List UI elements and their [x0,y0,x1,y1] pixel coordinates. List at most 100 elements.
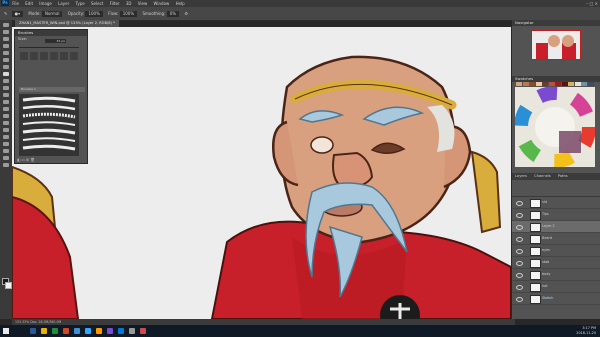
menu-view[interactable]: View [138,1,148,6]
smoothing-input[interactable]: 0% [166,11,180,17]
color-swatch[interactable] [535,82,542,86]
menu-help[interactable]: Help [176,1,185,6]
lasso-tool-icon[interactable] [3,37,9,41]
mode-select[interactable]: Normal [41,11,63,17]
layer-controls[interactable] [512,180,600,197]
history-brush-tool-icon[interactable] [3,86,9,90]
color-wheel[interactable] [515,87,595,167]
marquee-tool-icon[interactable] [3,30,9,34]
color-swatch[interactable] [587,82,594,86]
eye-icon[interactable] [516,285,523,290]
move-tool-icon[interactable] [3,23,9,27]
healing-tool-icon[interactable] [3,65,9,69]
eye-icon[interactable] [516,201,523,206]
menu-filter[interactable]: Filter [110,1,120,6]
eye-icon[interactable] [516,225,523,230]
path-selection-tool-icon[interactable] [3,135,9,139]
navigator-title[interactable]: Navigator [512,20,600,26]
taskbar-app-icon[interactable] [30,328,36,334]
brush-tip[interactable] [60,52,68,60]
pen-tool-icon[interactable] [3,121,9,125]
menu-select[interactable]: Select [91,1,103,6]
windows-start-icon[interactable] [3,328,9,334]
menu-file[interactable]: File [12,1,19,6]
color-swatch[interactable] [529,82,535,86]
magic-wand-tool-icon[interactable] [3,44,9,48]
opacity-input[interactable]: 100% [85,11,103,17]
color-swatch[interactable] [548,82,555,86]
brush-tool-icon[interactable] [3,72,9,76]
layer-row[interactable]: Sketch [512,293,600,305]
layer-row[interactable]: sid [512,197,600,209]
flow-input[interactable]: 100% [119,11,138,17]
taskbar-app-icon[interactable] [41,328,47,334]
layer-row[interactable]: body [512,269,600,281]
gradient-tool-icon[interactable] [3,100,9,104]
size-input[interactable]: 45 px [45,39,66,43]
menu-window[interactable]: Window [154,1,170,6]
taskbar-app-icon[interactable] [107,328,113,334]
clone-stamp-tool-icon[interactable] [3,79,9,83]
brush-tip[interactable] [40,52,48,60]
color-swatch[interactable] [522,82,529,86]
edit-toolbar-icon[interactable] [3,163,9,167]
taskbar-app-icon[interactable] [129,328,135,334]
hand-tool-icon[interactable] [3,149,9,153]
window-controls[interactable]: – □ × [586,0,598,7]
type-tool-icon[interactable] [3,128,9,132]
layer-row[interactable]: stab [512,257,600,269]
layer-row[interactable]: eyes [512,245,600,257]
eraser-tool-icon[interactable] [3,93,9,97]
taskbar-app-icon[interactable] [85,328,91,334]
eyedropper-tool-icon[interactable] [3,58,9,62]
menu-type[interactable]: Type [76,1,85,6]
taskbar-app-icon[interactable] [74,328,80,334]
eye-icon[interactable] [516,213,523,218]
shape-tool-icon[interactable] [3,142,9,146]
color-swatch[interactable] [516,82,522,86]
taskbar-app-icon[interactable] [96,328,102,334]
eye-icon[interactable] [516,261,523,266]
brush-group[interactable]: Brushes 1 [19,87,85,92]
layer-row[interactable]: Beard [512,233,600,245]
layer-row[interactable]: Layer 2 [512,221,600,233]
eye-icon[interactable] [516,273,523,278]
brushes-footer-icons[interactable]: ◧ ▭ ⊞ 🗑 [17,158,35,162]
menu-image[interactable]: Image [39,1,52,6]
zoom-tool-icon[interactable] [3,156,9,160]
menu-3d[interactable]: 3D [126,1,132,6]
brush-preset-picker[interactable]: ●▾ [11,11,24,17]
color-swatch[interactable] [581,82,587,86]
gear-icon[interactable]: ⚙ [184,11,188,16]
navigator-thumbnail[interactable] [531,30,581,60]
taskbar-app-icon[interactable] [63,328,69,334]
tab-layers[interactable]: Layers [515,174,527,178]
color-swatch[interactable] [555,82,561,86]
brush-tip[interactable] [50,52,58,60]
taskbar-app-icon[interactable] [140,328,146,334]
menu-layer[interactable]: Layer [58,1,69,6]
color-swatch[interactable] [542,82,548,86]
brush-tool-icon[interactable]: ✎ [4,11,7,16]
layer-row[interactable]: Tips [512,209,600,221]
tab-paths[interactable]: Paths [558,174,568,178]
menu-edit[interactable]: Edit [25,1,33,6]
eye-icon[interactable] [516,297,523,302]
system-tray[interactable]: 3:17 PM 2018-11-20 [576,326,596,336]
dodge-tool-icon[interactable] [3,114,9,118]
taskbar-app-icon[interactable] [118,328,124,334]
size-slider[interactable] [19,47,79,48]
color-swatch[interactable] [574,82,581,86]
brush-tip[interactable] [20,52,28,60]
document-tab[interactable]: ZHAN1_MASTER_WIN.psd @ 133% (Layer 2, RG… [15,20,119,27]
background-color-swatch[interactable] [5,282,12,289]
brush-tip[interactable] [30,52,38,60]
layer-row[interactable]: hat [512,281,600,293]
color-swatch[interactable] [568,82,574,86]
tab-channels[interactable]: Channels [534,174,551,178]
blur-tool-icon[interactable] [3,107,9,111]
color-swatch[interactable] [561,82,568,86]
brush-stroke-previews[interactable] [19,94,79,156]
eye-icon[interactable] [516,237,523,242]
eye-icon[interactable] [516,249,523,254]
